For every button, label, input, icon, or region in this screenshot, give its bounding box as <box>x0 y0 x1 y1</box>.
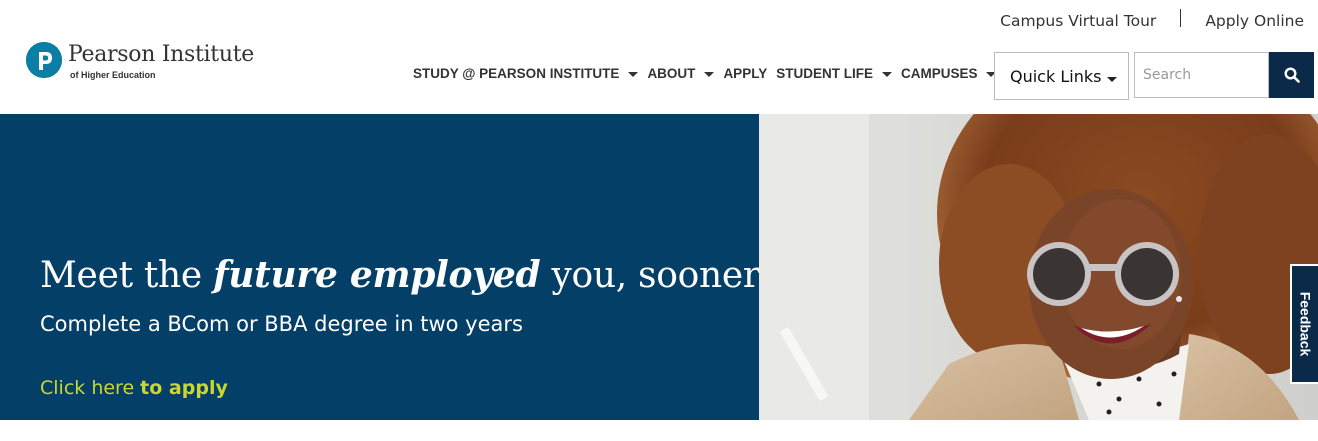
quick-links-label: Quick Links <box>1010 66 1102 86</box>
utility-divider <box>1180 9 1182 27</box>
utility-links: Campus Virtual Tour Apply Online <box>1000 9 1304 30</box>
caret-down-icon <box>704 71 715 77</box>
nav-item-label: ABOUT <box>647 66 696 81</box>
nav-item-apply[interactable]: APPLY <box>723 66 767 81</box>
nav-item-about[interactable]: ABOUT <box>647 66 715 81</box>
nav-item-campuses[interactable]: CAMPUSES <box>901 66 997 81</box>
caret-down-icon <box>628 71 639 77</box>
nav-item-label: STUDY @ PEARSON INSTITUTE <box>413 66 620 81</box>
apply-cta-link[interactable]: Click here to apply <box>40 377 228 399</box>
hero-banner: Meet the future employed you, sooner! Co… <box>0 114 1318 420</box>
caret-down-icon <box>1107 77 1117 82</box>
hero-text-panel: Meet the future employed you, sooner! Co… <box>0 114 774 420</box>
hero-headline-emphasis: future employed <box>213 254 541 296</box>
search-button[interactable] <box>1269 52 1314 98</box>
nav-item-student-life[interactable]: STUDENT LIFE <box>776 66 892 81</box>
main-nav: STUDY @ PEARSON INSTITUTE ABOUT APPLY ST… <box>413 66 1005 81</box>
apply-online-link[interactable]: Apply Online <box>1205 12 1304 30</box>
site-header: Pearson Institute of Higher Education Ca… <box>0 0 1318 114</box>
search-input[interactable] <box>1134 52 1269 98</box>
brand-subtitle: of Higher Education <box>70 70 156 80</box>
hero-headline: Meet the future employed you, sooner! <box>40 254 774 296</box>
pearson-p-icon <box>26 42 62 78</box>
search-icon <box>1283 67 1300 83</box>
nav-item-label: CAMPUSES <box>900 66 978 81</box>
quick-links-dropdown[interactable]: Quick Links <box>994 52 1129 100</box>
caret-down-icon <box>881 71 892 77</box>
pearson-logo[interactable]: Pearson Institute of Higher Education <box>26 42 254 80</box>
hero-subheadline: Complete a BCom or BBA degree in two yea… <box>40 312 523 336</box>
feedback-label: Feedback <box>1297 291 1313 357</box>
nav-item-label: APPLY <box>723 66 768 81</box>
hero-photo <box>759 114 1318 420</box>
nav-item-study[interactable]: STUDY @ PEARSON INSTITUTE <box>413 66 639 81</box>
brand-name: Pearson Institute <box>68 42 254 67</box>
nav-item-label: STUDENT LIFE <box>776 66 873 81</box>
feedback-tab[interactable]: Feedback <box>1290 264 1318 384</box>
campus-virtual-tour-link[interactable]: Campus Virtual Tour <box>1000 12 1156 30</box>
